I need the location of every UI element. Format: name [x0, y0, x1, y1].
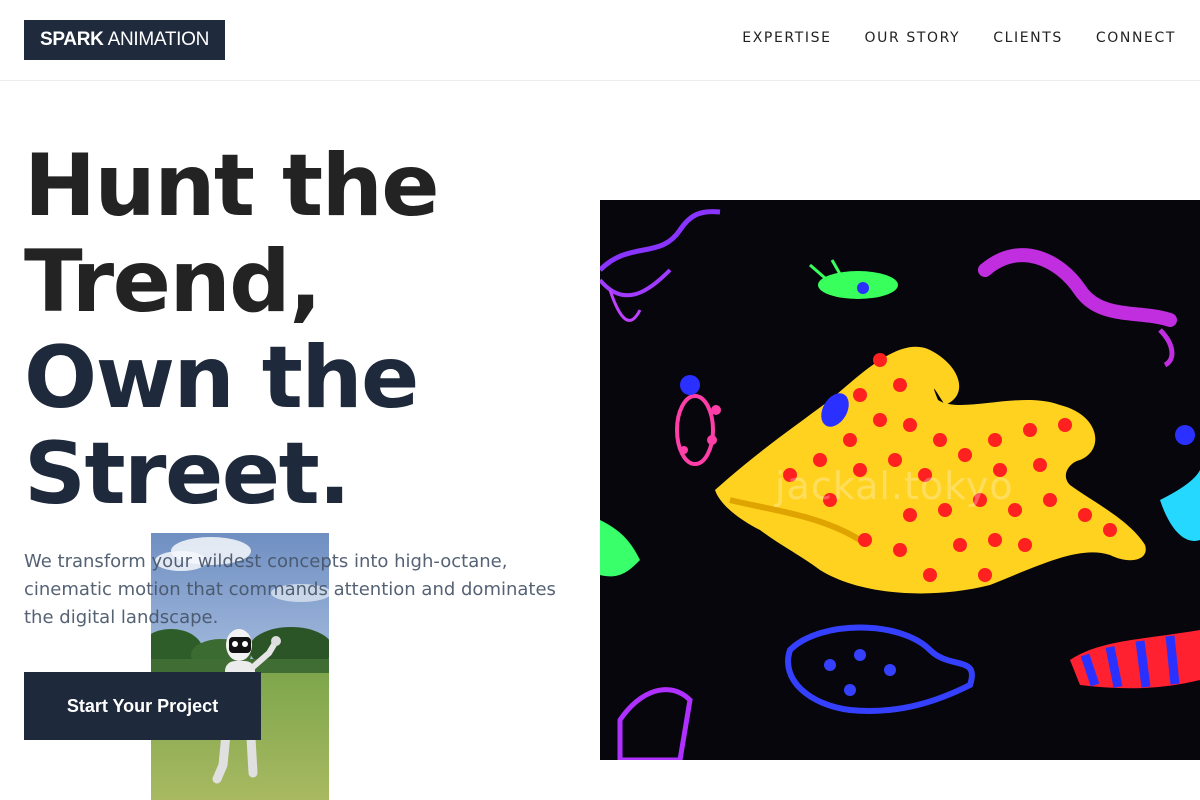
hero-title-line-1: Hunt the [24, 136, 440, 236]
site-header: SPARK ANIMATION EXPERTISE OUR STORY CLIE… [0, 0, 1200, 81]
brand-name-bold: SPARK [39, 29, 104, 50]
hero-title-line-2: Trend, [24, 232, 322, 332]
nav-link-expertise[interactable]: EXPERTISE [742, 30, 831, 46]
neon-artwork-image: jackal.tokyo [600, 200, 1200, 760]
hero-title-line-4: Street. [24, 424, 351, 524]
nav-link-connect[interactable]: CONNECT [1096, 30, 1176, 46]
brand-logo[interactable]: SPARK ANIMATION [24, 20, 225, 60]
hero-title: Hunt the Trend, Own the Street. [24, 138, 584, 522]
artwork-watermark: jackal.tokyo [775, 464, 1014, 508]
hero-title-line-3: Own the [24, 328, 419, 428]
start-project-button[interactable]: Start Your Project [24, 672, 261, 740]
brand-name-light: ANIMATION [107, 29, 210, 50]
nav-link-our-story[interactable]: OUR STORY [865, 30, 961, 46]
nav-link-clients[interactable]: CLIENTS [993, 30, 1063, 46]
hero-subtitle: We transform your wildest concepts into … [24, 551, 556, 628]
main-nav: EXPERTISE OUR STORY CLIENTS CONNECT [742, 30, 1176, 46]
